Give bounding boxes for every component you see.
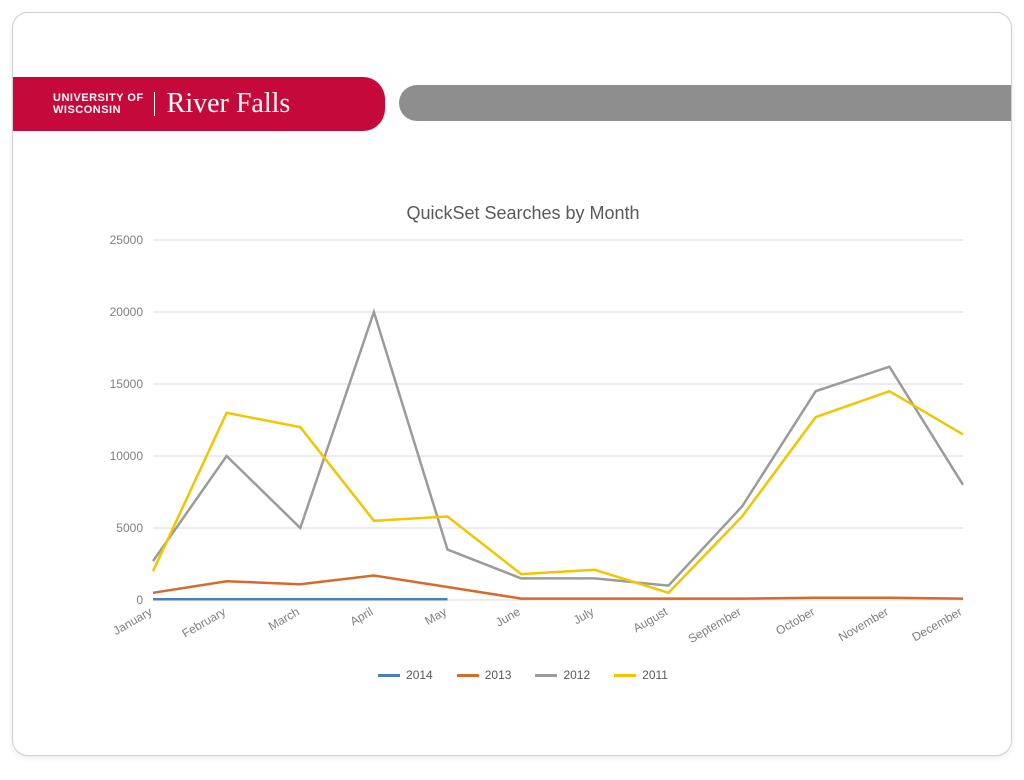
legend-swatch xyxy=(535,674,557,677)
legend-item: 2014 xyxy=(378,668,433,682)
legend-item: 2012 xyxy=(535,668,590,682)
svg-text:October: October xyxy=(773,604,817,637)
legend-label: 2014 xyxy=(406,668,433,682)
svg-text:May: May xyxy=(422,604,449,627)
chart-title: QuickSet Searches by Month xyxy=(73,203,973,224)
svg-text:February: February xyxy=(180,604,229,640)
logo-campus: River Falls xyxy=(167,88,291,120)
svg-text:March: March xyxy=(266,604,302,633)
header-gray-bar xyxy=(399,85,1011,121)
legend-label: 2011 xyxy=(642,668,668,682)
chart-legend: 2014 2013 2012 2011 xyxy=(73,668,973,682)
svg-text:25000: 25000 xyxy=(110,233,144,247)
legend-swatch xyxy=(614,674,636,677)
legend-label: 2012 xyxy=(563,668,590,682)
legend-item: 2011 xyxy=(614,668,668,682)
logo-line2: WISCONSIN xyxy=(53,104,144,116)
legend-item: 2013 xyxy=(457,668,512,682)
svg-text:10000: 10000 xyxy=(110,449,144,463)
svg-text:September: September xyxy=(686,604,744,645)
svg-text:January: January xyxy=(111,604,155,637)
svg-text:August: August xyxy=(631,604,671,635)
logo-university-text: UNIVERSITY OF WISCONSIN xyxy=(53,92,155,116)
slide-card: UNIVERSITY OF WISCONSIN River Falls Quic… xyxy=(12,12,1012,756)
svg-text:November: November xyxy=(836,604,891,644)
legend-swatch xyxy=(378,674,400,677)
svg-text:20000: 20000 xyxy=(110,305,144,319)
header-band: UNIVERSITY OF WISCONSIN River Falls xyxy=(13,77,1011,129)
logo-line1: UNIVERSITY OF xyxy=(53,92,144,104)
university-logo: UNIVERSITY OF WISCONSIN River Falls xyxy=(13,77,385,131)
line-chart: 0 5000 10000 15000 20000 25000 January February… xyxy=(73,230,973,660)
svg-text:December: December xyxy=(910,604,965,644)
svg-text:April: April xyxy=(348,604,376,628)
svg-text:15000: 15000 xyxy=(110,377,144,391)
svg-text:5000: 5000 xyxy=(116,521,143,535)
svg-text:0: 0 xyxy=(136,593,143,607)
svg-text:July: July xyxy=(571,604,596,627)
legend-label: 2013 xyxy=(485,668,512,682)
chart-container: QuickSet Searches by Month 0 5000 10000 150… xyxy=(73,203,973,713)
legend-swatch xyxy=(457,674,479,677)
svg-text:June: June xyxy=(493,604,523,629)
